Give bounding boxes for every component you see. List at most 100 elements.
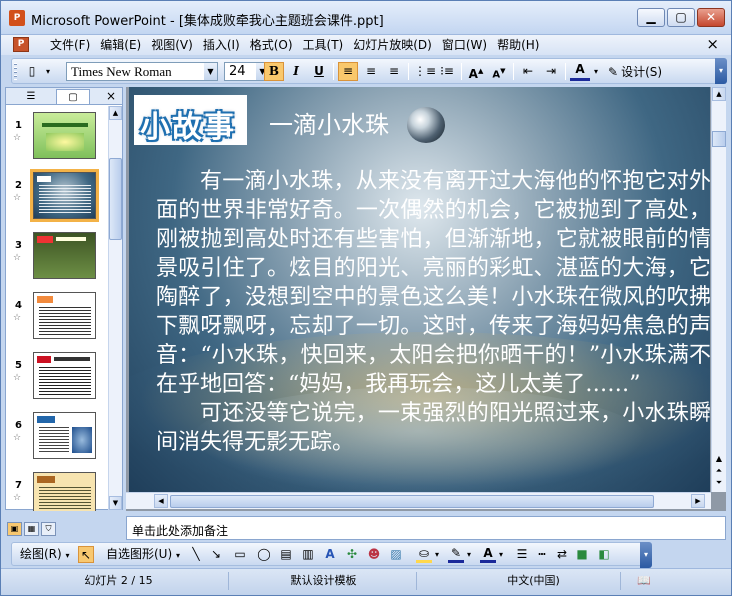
- increase-indent-icon[interactable]: ⇥: [541, 62, 561, 81]
- menu-help[interactable]: 帮助(H): [492, 37, 544, 53]
- normal-view-icon[interactable]: ▣: [7, 522, 22, 536]
- slide-thumbnail-entry[interactable]: 2 ☆: [6, 166, 108, 226]
- decrease-indent-icon[interactable]: ⇤: [518, 62, 538, 81]
- slide-thumbnail[interactable]: [33, 292, 96, 339]
- scroll-up-icon[interactable]: ▲: [109, 106, 122, 120]
- document-close-button[interactable]: ×: [706, 35, 719, 53]
- text-box-icon[interactable]: ▤: [278, 546, 294, 563]
- dash-style-icon[interactable]: ┅: [534, 546, 550, 563]
- tab-slides[interactable]: ▢: [56, 89, 90, 104]
- numbered-list-icon[interactable]: ⋮≡: [414, 62, 436, 81]
- slide-vertical-scrollbar[interactable]: ▲ ▲ ⏶ ⏷: [711, 87, 726, 492]
- notes-pane[interactable]: 单击此处添加备注: [126, 516, 726, 540]
- slideshow-icon[interactable]: ⛉: [41, 522, 56, 536]
- chevron-down-icon[interactable]: ▾: [590, 62, 602, 81]
- toolbar-grip[interactable]: [14, 63, 17, 80]
- chevron-down-icon[interactable]: ▼: [204, 63, 217, 80]
- italic-button[interactable]: I: [286, 62, 306, 81]
- maximize-button[interactable]: ▢: [667, 8, 695, 27]
- bold-button[interactable]: B: [264, 62, 284, 81]
- slide-thumbnail[interactable]: [33, 412, 96, 459]
- vertical-text-box-icon[interactable]: ▥: [300, 546, 316, 563]
- chevron-down-icon[interactable]: ▾: [432, 546, 442, 563]
- toolbar-overflow-icon[interactable]: ▾: [715, 58, 727, 84]
- select-pointer-icon[interactable]: ↖: [78, 546, 94, 563]
- slide-thumbnail[interactable]: [33, 352, 96, 399]
- slide-thumbnail-entry[interactable]: 4 ☆: [6, 286, 108, 346]
- increase-font-size-icon[interactable]: A▲: [466, 62, 486, 81]
- scrollbar-thumb[interactable]: [712, 131, 726, 147]
- document-icon[interactable]: P: [13, 37, 29, 52]
- scroll-up-icon[interactable]: ▲: [712, 87, 726, 101]
- menu-view[interactable]: 视图(V): [146, 37, 198, 53]
- slide-thumbnail[interactable]: [30, 169, 99, 222]
- shadow-style-icon[interactable]: ■: [574, 546, 590, 563]
- font-name-select[interactable]: Times New Roman ▼: [66, 62, 218, 81]
- menu-file[interactable]: 文件(F): [45, 37, 95, 53]
- slide-thumbnail[interactable]: [33, 112, 96, 159]
- spelling-check-icon[interactable]: 📖: [629, 572, 659, 590]
- slide-canvas[interactable]: 小故事 一滴小水珠 有一滴小水珠，从来没有离开过大海他的怀抱它对外面的世界非常好…: [129, 87, 710, 492]
- menu-tools[interactable]: 工具(T): [298, 37, 349, 53]
- scroll-down-icon[interactable]: ▼: [109, 496, 122, 510]
- tab-outline[interactable]: ☰: [14, 89, 48, 104]
- slide-sorter-icon[interactable]: ▦: [24, 522, 39, 536]
- autoshapes-menu-button[interactable]: 自选图形(U) ▾: [106, 546, 180, 563]
- align-left-icon[interactable]: ≡: [338, 62, 358, 81]
- slide-thumbnail-entry[interactable]: 7 ☆: [6, 466, 108, 511]
- panel-close-icon[interactable]: ×: [106, 88, 116, 104]
- next-slide-icon[interactable]: ⏷: [712, 477, 726, 489]
- slide-thumbnail-entry[interactable]: 3 ☆: [6, 226, 108, 286]
- slide-thumbnail[interactable]: [33, 232, 96, 279]
- toolbar-options-arrow-icon[interactable]: ▾: [42, 62, 54, 81]
- scroll-left-icon[interactable]: ◀: [154, 494, 168, 508]
- line-color-icon[interactable]: ✎: [448, 546, 464, 563]
- arrow-tool-icon[interactable]: ↘: [208, 546, 224, 563]
- align-right-icon[interactable]: ≡: [384, 62, 404, 81]
- clip-art-icon[interactable]: ☻: [366, 546, 382, 563]
- slide-horizontal-scrollbar[interactable]: ◀ ▶: [126, 492, 711, 509]
- align-center-icon[interactable]: ≡: [361, 62, 381, 81]
- minimize-button[interactable]: ▁: [637, 8, 665, 27]
- line-tool-icon[interactable]: ╲: [188, 546, 204, 563]
- slide-title[interactable]: 一滴小水珠: [269, 105, 389, 140]
- previous-slide-icon[interactable]: ⏶: [712, 465, 726, 477]
- toolbar-overflow-icon[interactable]: ▾: [640, 542, 652, 568]
- menu-window[interactable]: 窗口(W): [437, 37, 492, 53]
- scrollbar-thumb[interactable]: [109, 158, 122, 240]
- diagram-icon[interactable]: ✣: [344, 546, 360, 563]
- scroll-right-icon[interactable]: ▶: [691, 494, 705, 508]
- scrollbar-thumb[interactable]: [170, 495, 654, 508]
- chevron-down-icon[interactable]: ▾: [464, 546, 474, 563]
- scroll-up-icon[interactable]: ▲: [712, 453, 726, 465]
- slide-thumbnail[interactable]: [33, 472, 96, 511]
- menu-format[interactable]: 格式(O): [245, 37, 298, 53]
- arrow-style-icon[interactable]: ⇄: [554, 546, 570, 563]
- draw-menu-button[interactable]: 绘图(R) ▾: [20, 546, 70, 563]
- bulleted-list-icon[interactable]: ⁝≡: [437, 62, 457, 81]
- slide-thumbnail-entry[interactable]: 1 ☆: [6, 106, 108, 166]
- font-color-icon[interactable]: A: [570, 62, 590, 81]
- slide-body-text[interactable]: 有一滴小水珠，从来没有离开过大海他的怀抱它对外面的世界非常好奇。一次偶然的机会，…: [156, 167, 710, 457]
- chevron-down-icon[interactable]: ▾: [496, 546, 506, 563]
- rectangle-tool-icon[interactable]: ▭: [232, 546, 248, 563]
- line-style-icon[interactable]: ☰: [514, 546, 530, 563]
- menu-insert[interactable]: 插入(I): [198, 37, 245, 53]
- slide-thumbnail-entry[interactable]: 6 ☆: [6, 406, 108, 466]
- oval-tool-icon[interactable]: ◯: [256, 546, 272, 563]
- 3d-style-icon[interactable]: ◧: [596, 546, 612, 563]
- fill-color-icon[interactable]: ⛀: [416, 546, 432, 563]
- underline-button[interactable]: U: [309, 62, 329, 81]
- menu-edit[interactable]: 编辑(E): [95, 37, 146, 53]
- new-slide-icon[interactable]: ▯: [22, 62, 42, 81]
- close-button[interactable]: ✕: [697, 8, 725, 27]
- wordart-icon[interactable]: A: [322, 546, 338, 563]
- menu-slideshow[interactable]: 幻灯片放映(D): [348, 37, 437, 53]
- design-template-name[interactable]: 默认设计模板: [231, 572, 417, 590]
- panel-scrollbar[interactable]: ▲ ▼: [108, 106, 122, 510]
- font-color-icon[interactable]: A: [480, 546, 496, 563]
- slide-thumbnail-entry[interactable]: 5 ☆: [6, 346, 108, 406]
- design-button[interactable]: ✎ 设计(S): [608, 62, 662, 81]
- decrease-font-size-icon[interactable]: A▼: [489, 62, 509, 81]
- insert-picture-icon[interactable]: ▨: [388, 546, 404, 563]
